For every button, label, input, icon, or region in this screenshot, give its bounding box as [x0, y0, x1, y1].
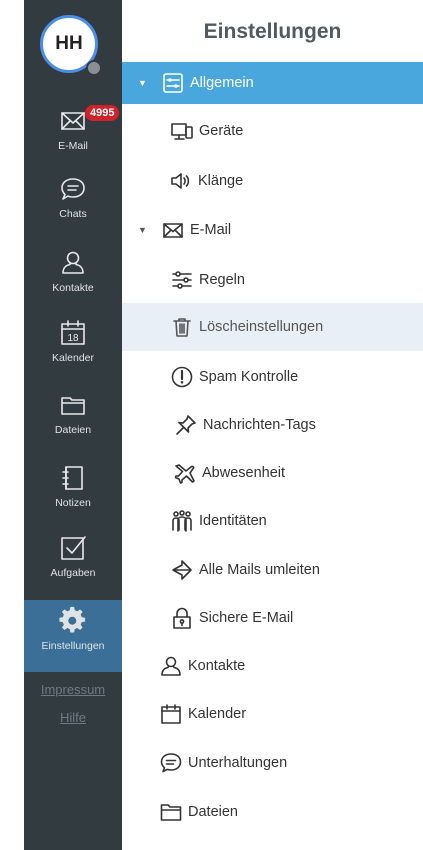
redirect-icon [172, 560, 192, 580]
app-sidebar: HH 4995 E-Mail Chats Kontakte 18 Kalende… [24, 0, 122, 850]
settings-item-conversations[interactable]: Unterhaltungen [122, 742, 423, 784]
avatar-initials: HH [55, 33, 83, 54]
settings-item-label: Kalender [188, 706, 247, 722]
contacts-icon [62, 251, 84, 274]
unread-badge: 4995 [85, 105, 120, 121]
sidebar-item-label: E-Mail [58, 140, 88, 152]
settings-item-label: Abwesenheit [202, 465, 286, 481]
settings-item-label: E-Mail [190, 222, 232, 238]
settings-item-label: Geräte [199, 123, 244, 139]
sidebar-item-label: Kontakte [52, 282, 94, 294]
settings-item-rules[interactable]: Regeln [122, 259, 423, 301]
settings-item-label: Klänge [198, 173, 244, 189]
sidebar-item-settings[interactable]: Einstellungen [24, 600, 122, 672]
settings-item-delete-settings[interactable]: Löscheinstellungen [122, 303, 423, 351]
calendar-icon: 18 [61, 320, 85, 345]
sidebar-item-tasks[interactable]: Aufgaben [24, 527, 122, 601]
settings-item-calendar[interactable]: Kalender [122, 693, 423, 735]
sidebar-item-notes[interactable]: Notizen [24, 457, 122, 531]
notes-icon [62, 466, 83, 490]
settings-item-secure-email[interactable]: Sichere E-Mail [122, 597, 423, 639]
alert-icon [171, 366, 193, 388]
chat-icon [160, 753, 182, 773]
speaker-icon [171, 173, 190, 189]
settings-item-identities[interactable]: Identitäten [122, 500, 423, 542]
folder-icon [61, 397, 85, 415]
mail-icon [163, 223, 183, 238]
pin-icon [176, 415, 196, 435]
settings-item-message-tags[interactable]: Nachrichten-Tags [122, 404, 423, 446]
settings-item-redirect-all[interactable]: Alle Mails umleiten [122, 549, 423, 591]
settings-item-label: Sichere E-Mail [199, 610, 294, 626]
settings-item-label: Unterhaltungen [188, 755, 288, 771]
settings-item-contacts[interactable]: Kontakte [122, 645, 423, 687]
settings-item-absence[interactable]: Abwesenheit [122, 452, 423, 494]
settings-item-label: Allgemein [190, 75, 254, 91]
settings-item-label: Identitäten [199, 513, 267, 529]
contacts-icon [161, 656, 181, 676]
lock-icon [173, 607, 191, 629]
svg-text:18: 18 [67, 333, 79, 344]
plane-icon [174, 464, 195, 484]
sidebar-item-files[interactable]: Dateien [24, 384, 122, 458]
settings-item-label: Alle Mails umleiten [199, 562, 320, 578]
sidebar-item-label: Einstellungen [41, 640, 105, 652]
settings-item-label: Kontakte [188, 658, 246, 674]
settings-item-email[interactable]: ▼ E-Mail [122, 209, 423, 251]
sidebar-item-label: Dateien [54, 424, 92, 436]
settings-panel: Einstellungen ▼ Allgemein Geräte Klänge … [122, 0, 423, 850]
sidebar-item-label: Aufgaben [50, 567, 96, 579]
settings-item-label: Dateien [188, 804, 238, 820]
sidebar-item-label: Kalender [51, 352, 95, 364]
gear-icon [59, 606, 86, 633]
sidebar-item-chats[interactable]: Chats [24, 168, 122, 242]
sidebar-item-contacts[interactable]: Kontakte [24, 242, 122, 316]
settings-item-devices[interactable]: Geräte [122, 110, 423, 152]
trash-icon [173, 318, 191, 337]
settings-item-label: Spam Kontrolle [199, 369, 299, 385]
settings-item-label: Regeln [199, 272, 245, 288]
mail-icon [61, 112, 85, 130]
impressum-link[interactable]: Impressum [24, 682, 122, 697]
settings-item-label: Löscheinstellungen [199, 319, 324, 335]
page-title: Einstellungen [203, 20, 342, 43]
chevron-down-icon[interactable]: ▼ [138, 225, 148, 235]
folder-icon [160, 804, 182, 821]
help-link[interactable]: Hilfe [24, 710, 122, 725]
identities-icon [172, 510, 192, 532]
sidebar-item-calendar[interactable]: 18 Kalender [24, 312, 122, 386]
settings-item-label: Nachrichten-Tags [203, 417, 316, 433]
devices-icon [171, 123, 193, 140]
chat-icon [61, 178, 85, 200]
settings-item-sounds[interactable]: Klänge [122, 160, 423, 202]
calendar-icon [161, 704, 181, 724]
sidebar-item-label: Notizen [55, 497, 91, 509]
chevron-down-icon[interactable]: ▼ [138, 78, 148, 88]
general-settings-icon [163, 73, 183, 93]
rules-icon [172, 271, 192, 289]
settings-item-files[interactable]: Dateien [122, 791, 423, 833]
settings-item-spam-control[interactable]: Spam Kontrolle [122, 356, 423, 398]
presence-status-dot [86, 60, 102, 76]
settings-item-general[interactable]: ▼ Allgemein [122, 62, 423, 104]
tasks-icon [61, 536, 86, 560]
sidebar-item-label: Chats [59, 208, 87, 220]
